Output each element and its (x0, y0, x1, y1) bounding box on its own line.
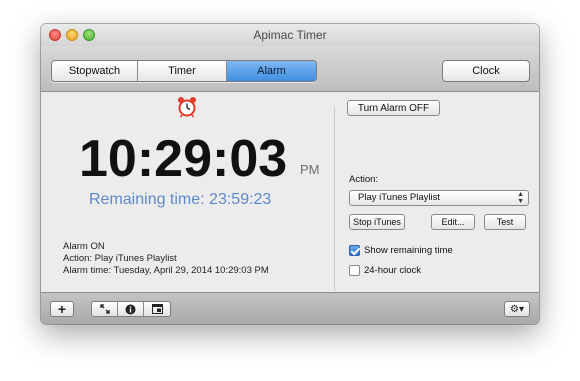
add-button[interactable]: + (50, 301, 74, 317)
remaining-time-label: Remaining time: 23:59:23 (89, 191, 272, 208)
resize-button[interactable] (92, 302, 118, 316)
test-action-button[interactable]: Test (484, 214, 526, 230)
show-remaining-checkbox[interactable] (349, 245, 360, 256)
gear-icon: ⚙▾ (510, 303, 524, 315)
plus-icon: + (57, 301, 67, 317)
info-button[interactable] (118, 302, 144, 316)
alarm-action-line: Action: Play iTunes Playlist (63, 253, 177, 264)
clock-button[interactable]: Clock (442, 60, 530, 82)
footer-button-group (91, 301, 171, 317)
window-button[interactable] (144, 302, 170, 316)
info-icon (125, 304, 136, 314)
turn-alarm-off-button[interactable]: Turn Alarm OFF (347, 100, 440, 116)
action-select[interactable]: Play iTunes Playlist ▲ ▼ (349, 190, 529, 206)
alarm-clock-icon (178, 97, 196, 118)
action-label: Action: (349, 174, 379, 185)
panel-divider (334, 107, 335, 291)
alarm-status-line: Alarm ON (63, 241, 105, 252)
clock24-checkbox[interactable] (349, 265, 360, 276)
bottom-bar: + ⚙▾ (41, 292, 539, 324)
app-window: Apimac Timer Stopwatch Timer Alarm Clock… (41, 24, 539, 324)
tab-stopwatch[interactable]: Stopwatch (52, 61, 138, 81)
show-remaining-label: Show remaining time (364, 245, 453, 256)
window-icon (151, 304, 163, 314)
mode-segmented-control: Stopwatch Timer Alarm (51, 60, 317, 82)
window-title: Apimac Timer (253, 28, 327, 42)
alarm-panel: 10:29:03 PM Remaining time: 23:59:23 Ala… (41, 93, 539, 292)
toolbar: Stopwatch Timer Alarm Clock (41, 46, 539, 92)
edit-action-button[interactable]: Edit... (431, 214, 475, 230)
action-select-value: Play iTunes Playlist (358, 192, 441, 203)
alarm-time-line: Alarm time: Tuesday, April 29, 2014 10:2… (63, 265, 269, 276)
alarm-time-display: 10:29:03 (79, 130, 288, 188)
settings-menu-button[interactable]: ⚙▾ (504, 301, 530, 317)
title-bar: Apimac Timer (41, 24, 539, 46)
ampm-indicator: PM (300, 162, 320, 177)
select-arrows-icon: ▲ ▼ (517, 191, 524, 205)
tab-alarm[interactable]: Alarm (227, 61, 316, 81)
tab-timer[interactable]: Timer (138, 61, 227, 81)
clock24-label: 24-hour clock (364, 265, 422, 276)
stop-itunes-button[interactable]: Stop iTunes (349, 214, 405, 230)
resize-icon (99, 304, 110, 314)
